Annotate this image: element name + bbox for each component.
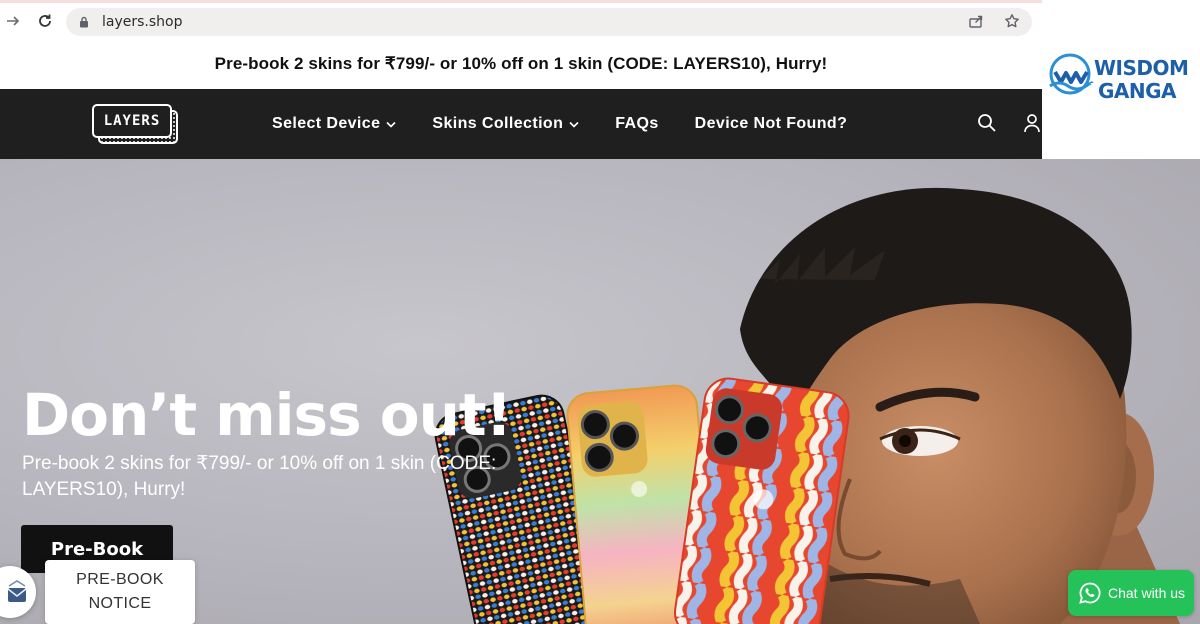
notice-line1: PRE-BOOK — [76, 571, 164, 588]
site-header: LAYERS Select Device Skins Collection FA… — [0, 89, 1042, 159]
notice-line2: NOTICE — [88, 595, 152, 612]
nav-label: Skins Collection — [432, 115, 564, 132]
nav-label: FAQs — [615, 115, 659, 132]
nav-select-device[interactable]: Select Device — [272, 115, 396, 133]
hero-subtitle: Pre-book 2 skins for ₹799/- or 10% off o… — [22, 453, 497, 500]
hero-banner: Don’t miss out! Pre-book 2 skins for ₹79… — [0, 159, 1200, 624]
layers-logo[interactable]: LAYERS — [92, 104, 180, 146]
nav-skins-collection[interactable]: Skins Collection — [432, 115, 579, 133]
main-nav: Select Device Skins Collection FAQs Devi… — [272, 89, 883, 159]
bookmark-star-icon[interactable] — [1004, 13, 1020, 29]
pre-book-notice-card[interactable]: PRE-BOOK NOTICE — [45, 560, 195, 624]
mail-icon — [7, 580, 27, 602]
nav-label: Select Device — [272, 115, 381, 132]
forward-icon[interactable] — [2, 10, 24, 32]
chevron-down-icon — [569, 121, 579, 128]
url-text: layers.shop — [102, 14, 183, 30]
nav-device-not-found[interactable]: Device Not Found? — [695, 115, 848, 133]
nav-faqs[interactable]: FAQs — [615, 115, 658, 133]
announcement-bar: Pre-book 2 skins for ₹799/- or 10% off o… — [0, 38, 1042, 89]
search-icon[interactable] — [977, 113, 997, 133]
account-icon[interactable] — [1024, 113, 1040, 133]
watermark-line1: WISDOM — [1094, 56, 1189, 80]
wisdom-ganga-logo-icon — [1049, 53, 1094, 95]
watermark-line2: GANGA — [1098, 79, 1177, 103]
share-icon[interactable] — [968, 13, 984, 29]
browser-toolbar: layers.shop — [0, 0, 1042, 38]
logo-frame: LAYERS — [92, 104, 172, 138]
nav-label: Device Not Found? — [694, 115, 848, 132]
wisdom-ganga-watermark: WISDOM GANGA — [1042, 0, 1200, 158]
logo-text: LAYERS — [103, 113, 161, 129]
lock-icon — [78, 15, 90, 29]
whatsapp-chat-button[interactable]: Chat with us — [1068, 570, 1194, 616]
chevron-down-icon — [386, 121, 396, 128]
whatsapp-icon — [1079, 582, 1101, 604]
chat-label: Chat with us — [1108, 585, 1186, 601]
announcement-text: Pre-book 2 skins for ₹799/- or 10% off o… — [214, 53, 828, 73]
address-bar[interactable]: layers.shop — [66, 8, 1032, 36]
hero-title: Don’t miss out! — [22, 381, 512, 449]
reload-icon[interactable] — [34, 10, 56, 32]
